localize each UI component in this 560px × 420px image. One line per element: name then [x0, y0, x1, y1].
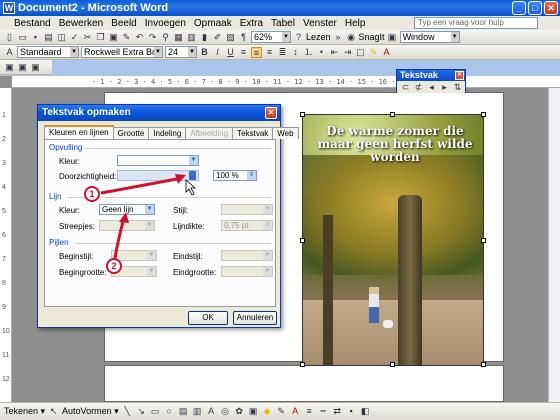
diagram-icon[interactable]: ◎ [220, 406, 231, 417]
rectangle-tool-icon[interactable]: ▭ [150, 406, 161, 417]
annotation-overlay [100, 174, 197, 259]
line-color-icon[interactable]: ✎ [276, 406, 287, 417]
wordart-icon[interactable]: A [206, 406, 217, 417]
annotation-arrow-2 [113, 212, 129, 259]
insert-picture-icon[interactable]: ▣ [248, 406, 259, 417]
line-tool-icon[interactable]: ╲ [122, 406, 133, 417]
vertical-textbox-icon[interactable]: ▥ [192, 406, 203, 417]
shadow-icon[interactable]: ▪ [346, 406, 357, 417]
dash-style-icon[interactable]: ┅ [318, 406, 329, 417]
fill-color-icon[interactable]: ◆ [262, 406, 273, 417]
line-style-icon[interactable]: ≡ [304, 406, 315, 417]
annotation-badge-1: 1 [84, 186, 100, 202]
annotation-badge-2: 2 [106, 258, 122, 274]
tekenen-menu[interactable]: Tekenen ▾ [4, 406, 45, 417]
arrow-style-icon[interactable]: ⇄ [332, 406, 343, 417]
oval-tool-icon[interactable]: ○ [164, 406, 175, 417]
autovormen-menu[interactable]: AutoVormen ▾ [62, 406, 119, 417]
3d-icon[interactable]: ◧ [360, 406, 371, 417]
drawing-toolbar: Tekenen ▾ ↖ AutoVormen ▾ ╲ ↘ ▭ ○ ▤ ▥ A ◎… [0, 402, 560, 420]
clipart-icon[interactable]: ✿ [234, 406, 245, 417]
textbox-tool-icon[interactable]: ▤ [178, 406, 189, 417]
annotation-arrow-1 [100, 174, 186, 195]
select-objects-icon[interactable]: ↖ [48, 406, 59, 417]
arrow-tool-icon[interactable]: ↘ [136, 406, 147, 417]
font-color-draw-icon[interactable]: A [290, 406, 301, 417]
mouse-cursor-icon [185, 179, 197, 196]
